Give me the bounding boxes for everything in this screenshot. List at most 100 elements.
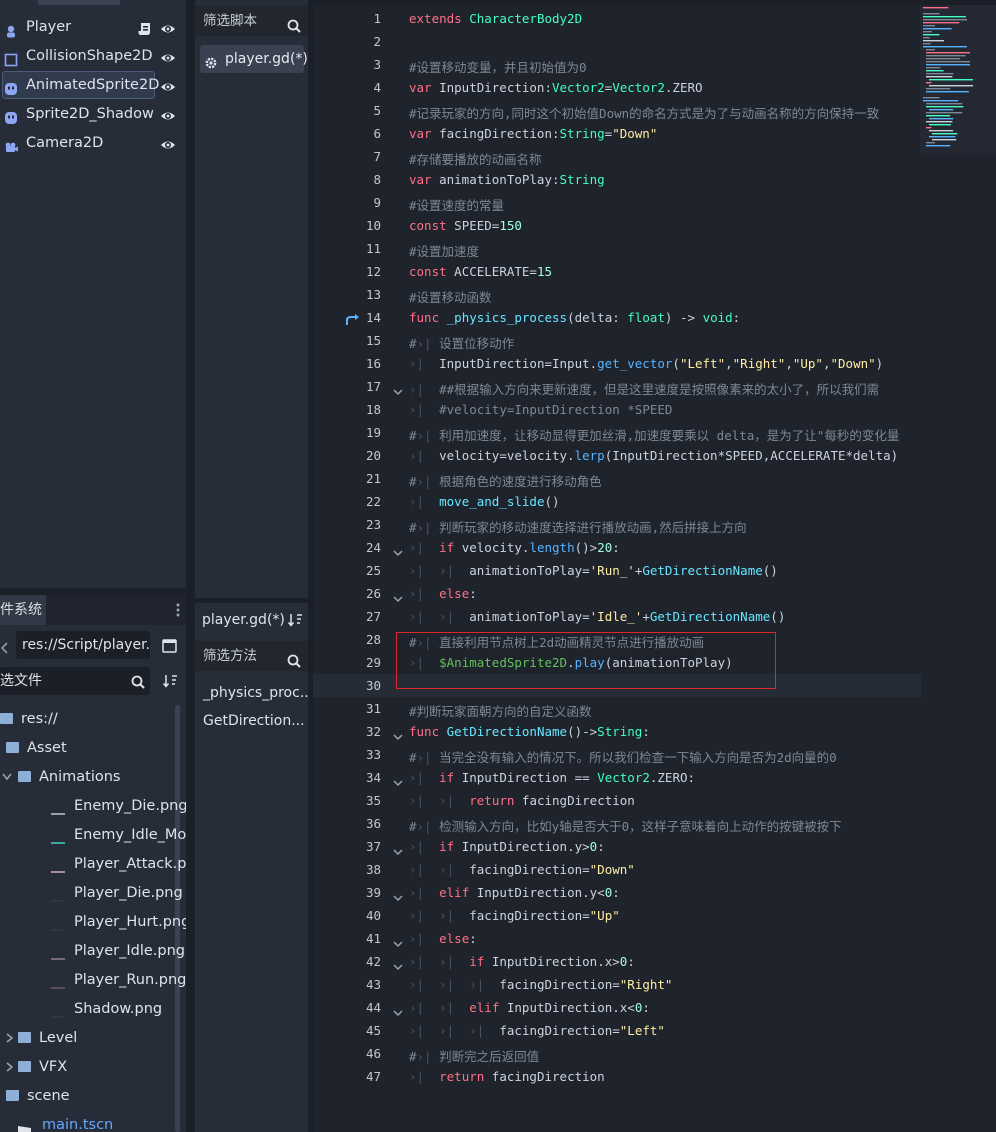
character-body-icon <box>4 20 18 38</box>
sort-icon[interactable] <box>287 612 303 632</box>
minimap-line <box>923 97 940 99</box>
line-number: 46 <box>365 1046 381 1061</box>
fold-chevron-icon[interactable] <box>393 589 403 603</box>
fold-chevron-icon[interactable] <box>393 957 403 971</box>
code-line: ›| ›| return facingDirection <box>409 793 635 808</box>
search-icon <box>131 674 145 693</box>
image-thumbnail-icon <box>50 917 66 931</box>
file-filter-input[interactable]: 选文件 <box>0 667 150 695</box>
visibility-eye-icon[interactable] <box>160 48 176 64</box>
script-filter-input[interactable]: 筛选脚本 <box>195 6 308 36</box>
line-number: 31 <box>365 701 381 716</box>
scripts-list-panel: 筛选脚本 player.gd(*) <box>195 0 308 598</box>
chevron-down-icon[interactable] <box>2 763 12 801</box>
scene-node-label: CollisionShape2D <box>26 48 153 64</box>
code-line: #›| 设置位移动作 <box>409 336 515 351</box>
minimap-line <box>923 28 952 30</box>
visibility-eye-icon[interactable] <box>160 135 176 151</box>
line-number: 15 <box>365 333 381 348</box>
file-item[interactable]: Shadow.png <box>50 995 162 1023</box>
visibility-eye-icon[interactable] <box>160 106 176 122</box>
scene-node[interactable]: Sprite2D_Shadow <box>0 100 186 128</box>
line-number: 11 <box>365 241 381 256</box>
code-line: #记录玩家的方向,同时这个初始值Down的命名方式是为了与动画名称的方向保持一致 <box>409 106 880 121</box>
more-icon[interactable] <box>176 602 180 618</box>
minimap-line <box>926 88 951 90</box>
minimap-line <box>926 82 932 84</box>
folder-item[interactable]: Animations <box>2 763 120 791</box>
code-editor[interactable]: 1 extends CharacterBody2D 2 3 #设置移动变量，并且初始值为… <box>313 5 996 1132</box>
code-line: #设置速度的常量 <box>409 198 505 213</box>
minimap-line <box>929 136 956 138</box>
folder-item[interactable]: VFX <box>6 1053 67 1081</box>
fold-chevron-icon[interactable] <box>393 382 403 396</box>
minimap-line <box>926 73 954 75</box>
minimap-line <box>923 7 949 9</box>
line-number: 9 <box>373 195 381 210</box>
code-line: #›| 利用加速度，让移动显得更加丝滑,加速度要乘以 delta，是为了让"每秒… <box>409 428 900 443</box>
file-item[interactable]: Player_Hurt.png <box>50 908 186 936</box>
line-number: 8 <box>373 172 381 187</box>
minimap[interactable] <box>920 5 996 155</box>
visibility-eye-icon[interactable] <box>160 77 176 93</box>
visibility-eye-icon[interactable] <box>160 19 176 35</box>
code-line: var InputDirection:Vector2=Vector2.ZERO <box>409 80 703 95</box>
line-number: 38 <box>365 862 381 877</box>
folder-item[interactable]: res:// <box>0 705 58 733</box>
tree-item-label: main.tscn <box>42 1117 114 1132</box>
script-item-player[interactable]: player.gd(*) <box>200 45 308 73</box>
code-line: ›| if velocity.length()>20: <box>409 540 620 555</box>
method-item[interactable]: GetDirection... <box>203 707 305 735</box>
minimap-line <box>929 109 954 111</box>
image-thumbnail-icon <box>50 830 66 844</box>
scene-node[interactable]: AnimatedSprite2D <box>0 71 186 99</box>
filesystem-tab[interactable]: 件系统 <box>0 595 46 625</box>
path-field[interactable]: res://Script/player. <box>16 631 150 659</box>
folder-item[interactable]: Level <box>6 1024 77 1052</box>
file-item[interactable]: Player_Idle.png <box>50 937 185 965</box>
code-line: func _physics_process(delta: float) -> v… <box>409 310 741 325</box>
tree-item-label: Player_Hurt.png <box>74 914 186 930</box>
fold-chevron-icon[interactable] <box>393 1003 403 1017</box>
code-line: #设置加速度 <box>409 244 480 259</box>
line-number: 33 <box>365 747 381 762</box>
minimap-line <box>929 124 951 126</box>
folder-icon <box>0 712 13 724</box>
folder-item[interactable]: scene <box>6 1082 70 1110</box>
minimap-line <box>926 61 970 63</box>
scene-file-item[interactable]: main.tscn <box>18 1111 113 1132</box>
line-number: 22 <box>365 494 381 509</box>
minimap-line <box>923 43 931 45</box>
fold-chevron-icon[interactable] <box>393 934 403 948</box>
layout-toggle-icon[interactable] <box>162 638 177 657</box>
minimap-line <box>926 103 963 105</box>
fold-chevron-icon[interactable] <box>393 888 403 902</box>
method-item[interactable]: _physics_proc... <box>203 679 308 707</box>
file-item[interactable]: Player_Run.png <box>50 966 186 994</box>
file-item[interactable]: Enemy_Die.png <box>50 792 186 820</box>
folder-item[interactable]: Asset <box>6 734 67 762</box>
fold-chevron-icon[interactable] <box>393 842 403 856</box>
method-filter-input[interactable]: 筛选方法 <box>195 641 308 671</box>
code-line: ›| InputDirection=Input.get_vector("Left… <box>409 356 884 371</box>
fold-chevron-icon[interactable] <box>393 727 403 741</box>
image-thumbnail-icon <box>50 801 66 815</box>
scene-node[interactable]: CollisionShape2D <box>0 42 186 70</box>
fold-chevron-icon[interactable] <box>393 773 403 787</box>
folder-icon <box>18 770 31 782</box>
line-number: 30 <box>365 678 381 693</box>
minimap-line <box>926 115 951 117</box>
fold-chevron-icon[interactable] <box>393 543 403 557</box>
line-number: 16 <box>365 356 381 371</box>
scene-node[interactable]: Camera2D <box>0 129 186 157</box>
sort-icon[interactable] <box>162 673 178 693</box>
minimap-line <box>929 118 954 120</box>
scene-node[interactable]: Player <box>0 13 186 41</box>
back-arrow-icon[interactable] <box>0 639 8 658</box>
minimap-line <box>932 139 957 141</box>
file-item[interactable]: Player_Attack.p... <box>50 850 186 878</box>
line-number: 26 <box>365 586 381 601</box>
file-item[interactable]: Player_Die.png <box>50 879 183 907</box>
file-item[interactable]: Enemy_Idle_Mo... <box>50 821 186 849</box>
override-arrow-icon[interactable] <box>345 312 361 331</box>
